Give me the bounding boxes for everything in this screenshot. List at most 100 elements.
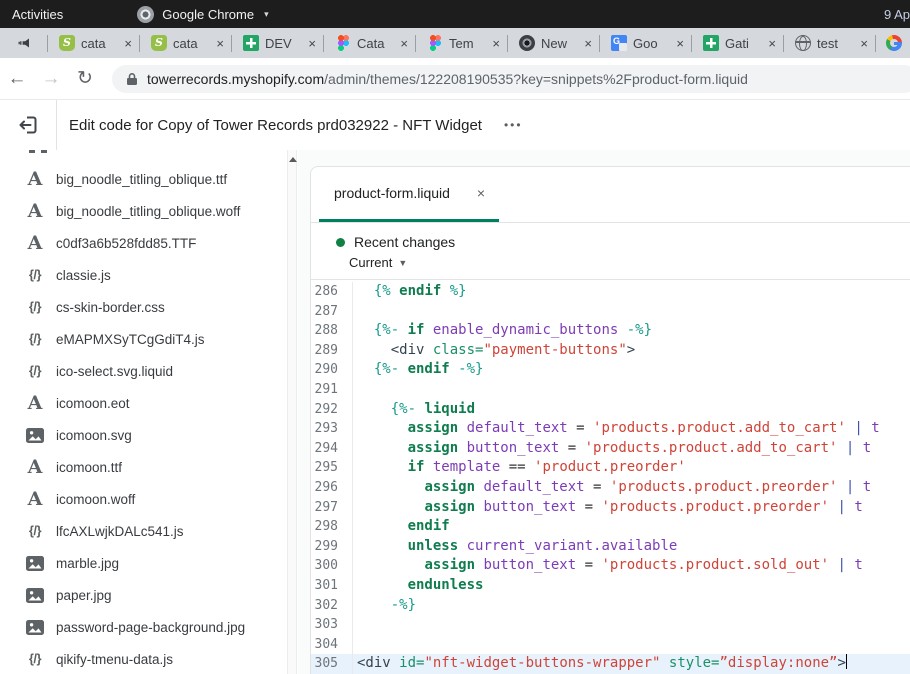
- file-item[interactable]: A {/} icomoon.svg: [0, 419, 298, 451]
- file-item[interactable]: A {/} eMAPMXSyTCgGdiT4.js: [0, 323, 298, 355]
- line-content: assign default_text = 'products.product.…: [353, 419, 880, 439]
- file-item[interactable]: A {/} qikify-tmenu-data.js: [0, 643, 298, 674]
- browser-tab[interactable]: [876, 35, 910, 52]
- file-item[interactable]: A {/} icomoon.eot: [0, 387, 298, 419]
- line-number: 286: [311, 282, 353, 302]
- scroll-up-icon[interactable]: [289, 157, 297, 162]
- code-line[interactable]: 296 assign default_text = 'products.prod…: [311, 478, 910, 498]
- code-line[interactable]: 287: [311, 302, 910, 322]
- address-bar[interactable]: towerrecords.myshopify.com/admin/themes/…: [112, 65, 910, 93]
- line-number: 294: [311, 439, 353, 459]
- code-line[interactable]: 295 if template == 'product.preorder': [311, 458, 910, 478]
- code-line[interactable]: 301 endunless: [311, 576, 910, 596]
- line-content: unless current_variant.available: [353, 537, 677, 557]
- sidebar-scrollbar[interactable]: [287, 150, 297, 674]
- file-item[interactable]: A {/} icomoon.ttf: [0, 451, 298, 483]
- file-item[interactable]: A {/} cs-skin-border.css: [0, 291, 298, 323]
- file-name: icomoon.svg: [56, 428, 132, 443]
- forward-button[interactable]: →: [34, 68, 68, 90]
- browser-tab[interactable]: cata ×: [140, 35, 232, 52]
- browser-tab[interactable]: New ×: [508, 35, 600, 52]
- file-sidebar: A {/} big_noodle_titling_oblique.ttf A {…: [0, 150, 298, 674]
- file-item[interactable]: A {/} lfcAXLwjkDALc541.js: [0, 515, 298, 547]
- tab-close-icon[interactable]: ×: [308, 37, 316, 50]
- shopify-code-editor-header: Edit code for Copy of Tower Records prd0…: [0, 100, 910, 150]
- reload-button[interactable]: ↻: [68, 67, 102, 90]
- code-line[interactable]: 288 {%- if enable_dynamic_buttons -%}: [311, 321, 910, 341]
- editor-tab-bar: product-form.liquid ×: [311, 167, 910, 223]
- app-menu-button[interactable]: Google Chrome ▾: [137, 6, 268, 23]
- tab-strip-tabs: cata × cata × DEV × Cata × Tem × New × G…: [48, 28, 910, 58]
- version-label: Current: [349, 255, 392, 270]
- url-text: towerrecords.myshopify.com/admin/themes/…: [147, 71, 748, 87]
- tab-close-icon[interactable]: ×: [768, 37, 776, 50]
- code-line[interactable]: 305 <div id="nft-widget-buttons-wrapper"…: [311, 654, 910, 674]
- line-content: {%- liquid: [353, 400, 475, 420]
- exit-code-editor-button[interactable]: [0, 100, 57, 150]
- code-line[interactable]: 291: [311, 380, 910, 400]
- file-item[interactable]: A {/} marble.jpg: [0, 547, 298, 579]
- font-file-icon: A: [24, 457, 46, 477]
- font-file-icon: A: [24, 169, 46, 189]
- tab-close-icon[interactable]: ×: [584, 37, 592, 50]
- code-line[interactable]: 302 -%}: [311, 596, 910, 616]
- back-button[interactable]: ←: [0, 68, 34, 90]
- tab-close-icon[interactable]: ×: [216, 37, 224, 50]
- line-number: 304: [311, 635, 353, 655]
- tab-close-icon[interactable]: ×: [676, 37, 684, 50]
- code-line[interactable]: 297 assign button_text = 'products.produ…: [311, 498, 910, 518]
- recent-changes-label: Recent changes: [354, 234, 455, 250]
- file-item[interactable]: A {/} classie.js: [0, 259, 298, 291]
- file-item[interactable]: A {/} big_noodle_titling_oblique.woff: [0, 195, 298, 227]
- file-item[interactable]: A {/} password-page-background.jpg: [0, 611, 298, 643]
- browser-tab[interactable]: DEV ×: [232, 35, 324, 52]
- file-name: cs-skin-border.css: [56, 300, 165, 315]
- line-number: 291: [311, 380, 353, 400]
- page-title: Edit code for Copy of Tower Records prd0…: [69, 117, 482, 134]
- code-line[interactable]: 290 {%- endif -%}: [311, 360, 910, 380]
- code-editor[interactable]: 286 {% endif %} 287 288 {%- if enable_dy…: [311, 280, 910, 674]
- code-file-icon: {/}: [24, 329, 46, 349]
- tab-close-icon[interactable]: ×: [124, 37, 132, 50]
- browser-tab-strip: cata × cata × DEV × Cata × Tem × New × G…: [0, 28, 910, 58]
- code-line[interactable]: 299 unless current_variant.available: [311, 537, 910, 557]
- activities-button[interactable]: Activities: [0, 0, 75, 28]
- tab-close-icon[interactable]: ×: [400, 37, 408, 50]
- tab-audio-button[interactable]: [0, 35, 48, 52]
- browser-tab[interactable]: Tem ×: [416, 35, 508, 52]
- clock-label[interactable]: 9 Apr: [884, 0, 910, 28]
- browser-tab[interactable]: cata ×: [48, 35, 140, 52]
- code-file-icon: {/}: [24, 521, 46, 541]
- browser-tab[interactable]: Gati ×: [692, 35, 784, 52]
- code-line[interactable]: 292 {%- liquid: [311, 400, 910, 420]
- file-item[interactable]: A {/} big_noodle_titling_oblique.ttf: [0, 163, 298, 195]
- line-number: 300: [311, 556, 353, 576]
- tab-close-icon[interactable]: ×: [860, 37, 868, 50]
- code-line[interactable]: 303: [311, 615, 910, 635]
- browser-tab[interactable]: test ×: [784, 35, 876, 52]
- tab-title: Gati: [725, 36, 762, 51]
- code-line[interactable]: 286 {% endif %}: [311, 282, 910, 302]
- code-line[interactable]: 294 assign button_text = 'products.produ…: [311, 439, 910, 459]
- file-item[interactable]: A {/} ico-select.svg.liquid: [0, 355, 298, 387]
- tab-close-icon[interactable]: ×: [492, 37, 500, 50]
- more-actions-button[interactable]: •••: [504, 118, 523, 132]
- file-name: paper.jpg: [56, 588, 112, 603]
- editor-tab-close-icon[interactable]: ×: [477, 185, 485, 201]
- file-item[interactable]: A {/} paper.jpg: [0, 579, 298, 611]
- file-name: c0df3a6b528fdd85.TTF: [56, 236, 196, 251]
- file-item[interactable]: A {/} c0df3a6b528fdd85.TTF: [0, 227, 298, 259]
- code-line[interactable]: 304: [311, 635, 910, 655]
- code-line[interactable]: 300 assign button_text = 'products.produ…: [311, 556, 910, 576]
- editor-tab-product-form[interactable]: product-form.liquid ×: [319, 167, 499, 222]
- image-file-icon: [24, 556, 46, 571]
- browser-tab[interactable]: Goo ×: [600, 35, 692, 52]
- code-line[interactable]: 293 assign default_text = 'products.prod…: [311, 419, 910, 439]
- file-item[interactable]: A {/} icomoon.woff: [0, 483, 298, 515]
- version-dropdown[interactable]: Current ▼: [349, 255, 910, 270]
- browser-tab[interactable]: Cata ×: [324, 35, 416, 52]
- code-line[interactable]: 289 <div class="payment-buttons">: [311, 341, 910, 361]
- editor-panel: product-form.liquid × Recent changes Cur…: [298, 150, 910, 674]
- line-number: 293: [311, 419, 353, 439]
- code-line[interactable]: 298 endif: [311, 517, 910, 537]
